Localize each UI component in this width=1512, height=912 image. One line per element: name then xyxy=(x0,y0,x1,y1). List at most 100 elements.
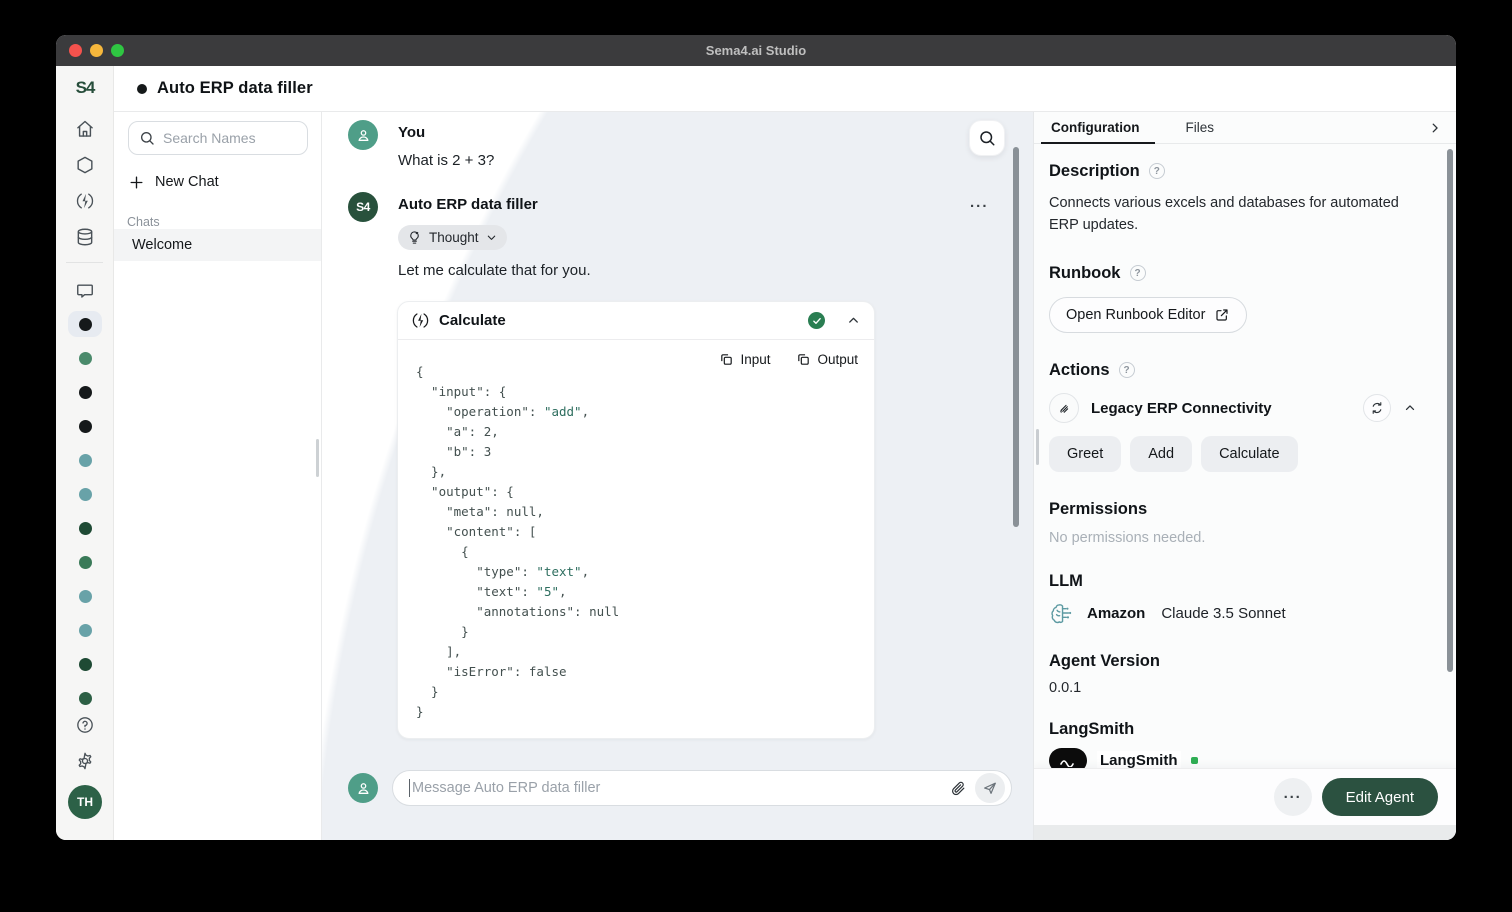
action-chip-add[interactable]: Add xyxy=(1130,436,1192,472)
chat-dot[interactable] xyxy=(68,311,102,337)
chat-dot[interactable] xyxy=(68,481,102,507)
tool-call-card: Calculate xyxy=(397,301,875,739)
composer-avatar xyxy=(348,773,378,803)
copy-input-label: Input xyxy=(740,352,770,367)
panel-footer: ··· Edit Agent xyxy=(1034,768,1456,825)
chevron-down-icon xyxy=(486,232,497,243)
code-line: "content": [ xyxy=(416,524,619,544)
database-icon[interactable] xyxy=(56,227,114,247)
message-text: What is 2 + 3? xyxy=(398,152,494,169)
tool-name: Calculate xyxy=(439,312,799,329)
chat-header: Auto ERP data filler xyxy=(114,66,1456,112)
message-input[interactable] xyxy=(412,780,946,796)
panel-content: Description ? Connects various excels an… xyxy=(1034,144,1456,768)
message-author: You xyxy=(398,124,425,141)
langsmith-heading: LangSmith xyxy=(1049,718,1441,740)
collapse-panel-chevron-right-icon[interactable] xyxy=(1428,112,1442,144)
copy-output-label: Output xyxy=(817,352,858,367)
rail-divider xyxy=(66,262,103,263)
collapse-action-chevron-up-icon[interactable] xyxy=(1403,401,1417,415)
search-input[interactable] xyxy=(163,130,344,146)
runbook-help-icon[interactable]: ? xyxy=(1130,265,1146,281)
llm-row: Amazon Claude 3.5 Sonnet xyxy=(1049,600,1441,626)
chat-dot[interactable] xyxy=(68,515,102,541)
collapse-card-chevron-up-icon[interactable] xyxy=(846,313,861,328)
sidebar-item-welcome[interactable]: Welcome xyxy=(114,229,321,261)
tab-files[interactable]: Files xyxy=(1183,112,1216,143)
chat-dot[interactable] xyxy=(68,413,102,439)
description-text: Connects various excels and databases fo… xyxy=(1049,192,1421,236)
titlebar: Sema4.ai Studio xyxy=(56,35,1456,66)
copy-icon xyxy=(796,352,811,367)
edit-agent-button[interactable]: Edit Agent xyxy=(1322,778,1438,816)
chat-dot-icon xyxy=(79,556,92,569)
chat-dot[interactable] xyxy=(68,583,102,609)
action-chip-calculate[interactable]: Calculate xyxy=(1201,436,1297,472)
chat-dot-icon xyxy=(79,624,92,637)
llm-provider: Amazon xyxy=(1087,605,1145,622)
chat-dot-icon xyxy=(79,658,92,671)
chat-dot-icon xyxy=(79,454,92,467)
user-avatar[interactable]: TH xyxy=(68,785,102,819)
chat-dot-icon xyxy=(79,590,92,603)
langsmith-row[interactable]: LangSmith xyxy=(1049,748,1441,768)
copy-icon xyxy=(719,352,734,367)
panel-tabs: Configuration Files xyxy=(1034,112,1456,144)
actions-bolt-icon[interactable] xyxy=(56,191,114,211)
actions-help-icon[interactable]: ? xyxy=(1119,362,1135,378)
chat-dot[interactable] xyxy=(68,617,102,643)
sema4-logo: S4 xyxy=(56,78,114,98)
action-chip-list: GreetAddCalculate xyxy=(1049,436,1441,472)
open-runbook-editor-button[interactable]: Open Runbook Editor xyxy=(1049,297,1247,333)
chat-dot[interactable] xyxy=(68,379,102,405)
help-icon[interactable] xyxy=(56,715,114,735)
action-chip-greet[interactable]: Greet xyxy=(1049,436,1121,472)
code-line: "input": { xyxy=(416,384,619,404)
code-line: "a": 2, xyxy=(416,424,619,444)
window-title: Sema4.ai Studio xyxy=(706,43,806,58)
chat-dot-icon xyxy=(79,488,92,501)
copy-output-button[interactable]: Output xyxy=(796,352,858,367)
chat-scrollbar[interactable] xyxy=(1013,147,1019,527)
chat-dot[interactable] xyxy=(68,549,102,575)
code-line: "operation": "add", xyxy=(416,404,619,424)
hexagon-icon[interactable] xyxy=(56,155,114,175)
code-line: ], xyxy=(416,644,619,664)
bolt-icon xyxy=(411,311,430,330)
runbook-heading: Runbook ? xyxy=(1049,262,1441,284)
code-line: } xyxy=(416,684,619,704)
code-line: "text": "5", xyxy=(416,584,619,604)
copy-input-button[interactable]: Input xyxy=(719,352,770,367)
search-chat-button[interactable] xyxy=(969,120,1005,156)
panel-scrollbar[interactable] xyxy=(1447,149,1453,672)
settings-gear-icon[interactable] xyxy=(56,751,114,771)
page-title: Auto ERP data filler xyxy=(157,79,313,98)
refresh-actions-icon[interactable] xyxy=(1363,394,1391,422)
chat-dot[interactable] xyxy=(68,685,102,711)
sidebar-scrollbar[interactable] xyxy=(316,439,319,477)
runbook-button-label: Open Runbook Editor xyxy=(1066,307,1205,323)
more-options-button[interactable]: ··· xyxy=(1274,778,1312,816)
attach-paperclip-icon[interactable] xyxy=(946,776,971,801)
icon-rail: S4 TH xyxy=(56,66,114,840)
send-button[interactable] xyxy=(975,773,1005,803)
minimize-window-button[interactable] xyxy=(90,44,103,57)
description-help-icon[interactable]: ? xyxy=(1149,163,1165,179)
agent-status-dot xyxy=(137,84,147,94)
close-window-button[interactable] xyxy=(69,44,82,57)
home-icon[interactable] xyxy=(56,119,114,139)
agent-message-avatar: S4 xyxy=(348,192,378,222)
tool-json-code: { "input": { "operation": "add", "a": 2,… xyxy=(416,364,619,724)
llm-model: Claude 3.5 Sonnet xyxy=(1161,605,1285,622)
chat-dot[interactable] xyxy=(68,447,102,473)
zoom-window-button[interactable] xyxy=(111,44,124,57)
chat-dot[interactable] xyxy=(68,651,102,677)
action-package-row[interactable]: Legacy ERP Connectivity xyxy=(1049,393,1441,423)
tab-configuration[interactable]: Configuration xyxy=(1049,112,1141,143)
thought-toggle[interactable]: Thought xyxy=(398,225,507,250)
message-more-button[interactable]: ... xyxy=(970,194,989,211)
new-chat-button[interactable]: New Chat xyxy=(128,169,219,195)
chat-dot[interactable] xyxy=(68,345,102,371)
tool-card-header: Calculate xyxy=(398,302,874,340)
chats-icon[interactable] xyxy=(56,281,114,301)
